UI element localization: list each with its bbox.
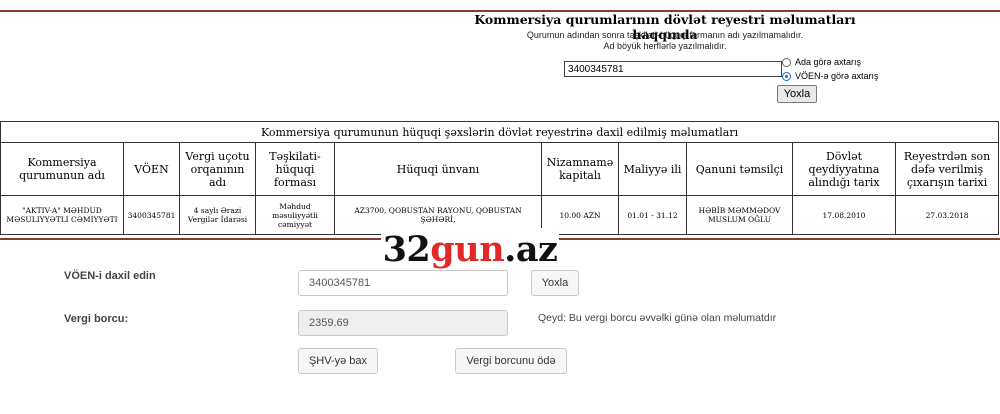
debt-check-button[interactable]: Yoxla (531, 270, 579, 296)
cell-extract-date: 27.03.2018 (894, 195, 1000, 235)
col-header-name: Kommersiya qurumunun adı (0, 142, 124, 196)
radio-search-by-voen-label: VÖEN-ə görə axtarış (795, 71, 879, 81)
cell-registration-date: 17.08.2010 (792, 195, 896, 235)
watermark-part1: 32 (382, 229, 431, 270)
cell-tax-office: 4 saylı Ərazi Vergilər İdarəsi (179, 195, 256, 235)
registry-search-input[interactable] (564, 61, 782, 77)
watermark-part2: gun (430, 229, 505, 270)
radio-search-by-voen[interactable]: VÖEN-ə görə axtarış (782, 71, 879, 81)
col-header-fiscal-year: Maliyyə ili (618, 142, 687, 196)
col-header-representative: Qanuni təmsilçi (686, 142, 793, 196)
table-header-row: Kommersiya qurumunun adı VÖEN Vergi uçot… (0, 142, 1000, 196)
tax-debt-field: 2359.69 (298, 310, 508, 336)
col-header-registration-date: Dövlət qeydiyyatına alındığı tarix (792, 142, 896, 196)
cell-fiscal-year: 01.01 - 31.12 (618, 195, 687, 235)
registry-table: Kommersiya qurumunun hüquqi şəxslərin dö… (0, 121, 1000, 235)
hint-form-name: Qurumun adından sonra təşkilati-hüquqi f… (526, 30, 804, 40)
registry-check-button[interactable]: Yoxla (777, 85, 817, 103)
hint-uppercase: Ad böyük herflərlə yazılmalıdır. (603, 41, 727, 51)
radio-checked-icon[interactable] (782, 71, 791, 81)
cell-legal-form: Məhdud məsuliyyətli cəmiyyət (255, 195, 335, 235)
voen-input[interactable]: 3400345781 (298, 270, 508, 296)
col-header-tax-office: Vergi uçotu orqanının adı (179, 142, 256, 196)
watermark-logo: 32gun.az (381, 228, 559, 272)
table-caption: Kommersiya qurumunun hüquqi şəxslərin dö… (0, 121, 1000, 143)
radio-search-by-name-label: Ada görə axtarış (795, 57, 862, 67)
voen-label: VÖEN-i daxil edin (64, 270, 156, 282)
tax-debt-label: Vergi borcu: (64, 313, 129, 325)
pay-tax-debt-button[interactable]: Vergi borcunu ödə (455, 348, 567, 374)
radio-unchecked-icon[interactable] (782, 57, 791, 67)
col-header-capital: Nizamnamə kapitalı (541, 142, 619, 196)
cell-representative: HƏBİB MƏMMƏDOV MUSLUM OĞLU (686, 195, 793, 235)
col-header-legal-form: Təşkilati-hüquqi forması (255, 142, 335, 196)
tax-debt-note: Qeyd: Bu vergi borcu əvvəlki günə olan m… (538, 312, 777, 324)
view-shv-button[interactable]: ŞHV-yə bax (298, 348, 378, 374)
col-header-voen: VÖEN (123, 142, 180, 196)
col-header-address: Hüquqi ünvanı (334, 142, 542, 196)
cell-voen: 3400345781 (123, 195, 180, 235)
watermark-part3: .az (504, 229, 558, 270)
radio-search-by-name[interactable]: Ada görə axtarış (782, 57, 861, 67)
col-header-extract-date: Reyestrdən son dəfə verilmiş çıxarışın t… (894, 142, 1000, 196)
cell-name: "AKTIV-A" MƏHDUD MƏSULIYYƏTLI CƏMIYYƏTI (0, 195, 124, 235)
